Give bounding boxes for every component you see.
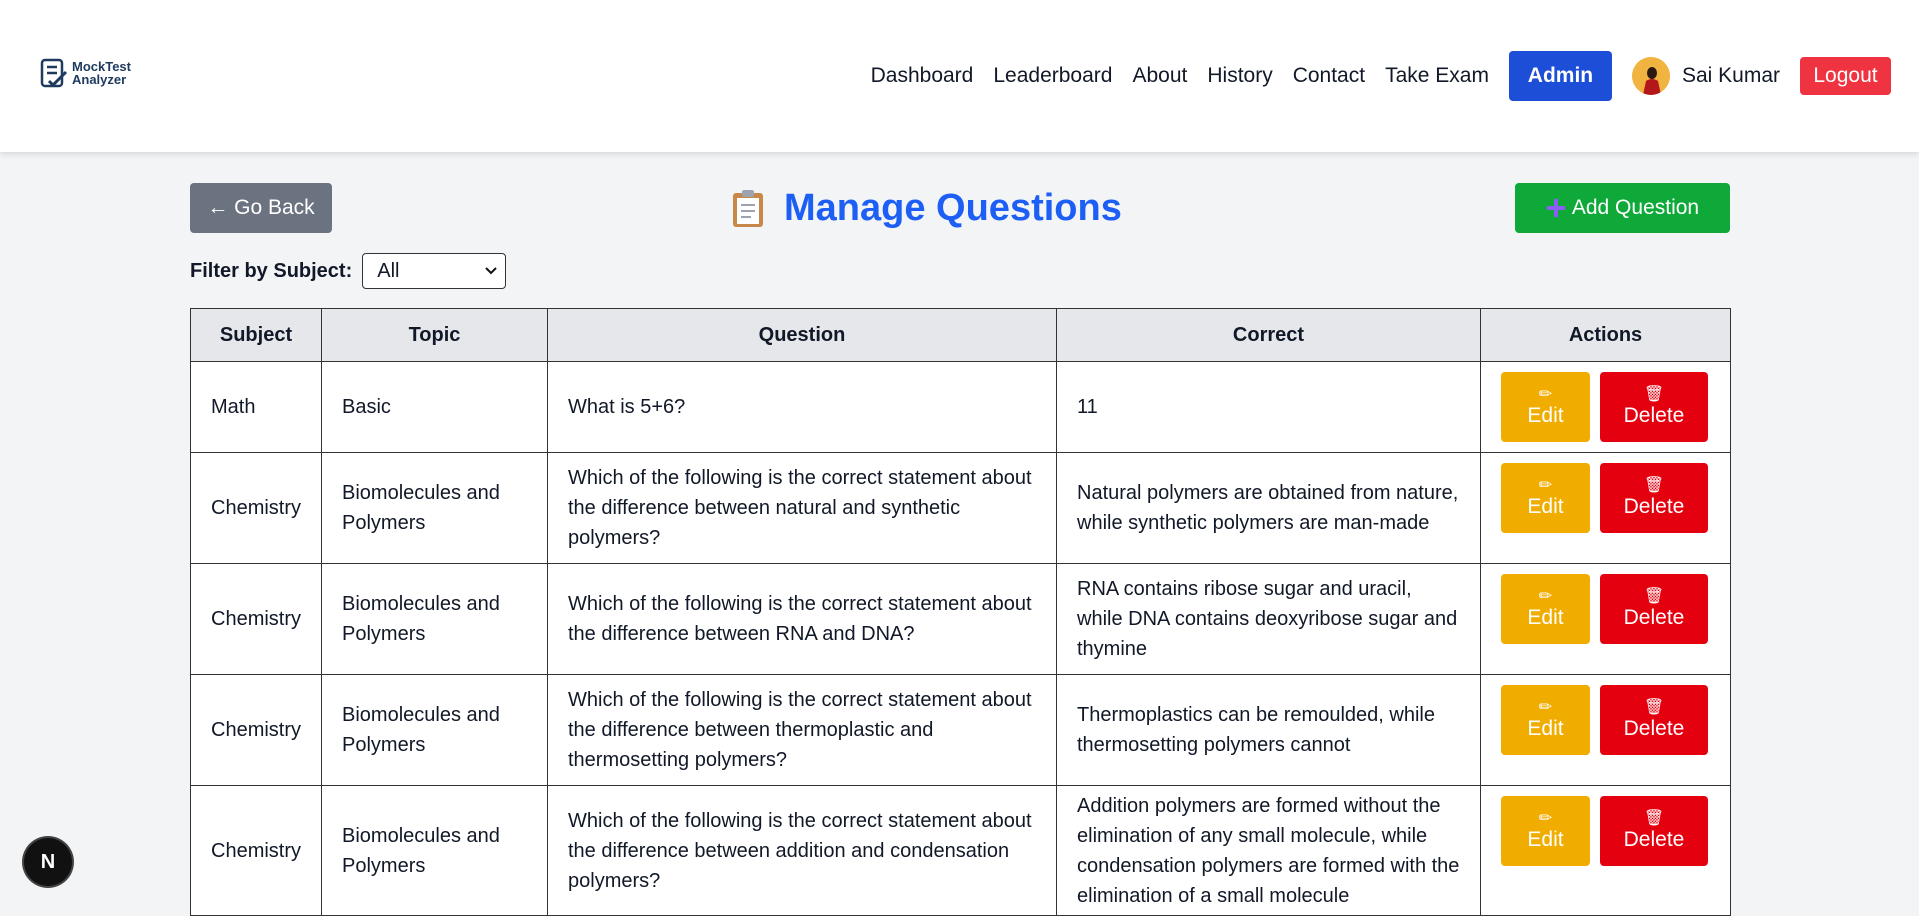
- edit-label: Edit: [1527, 495, 1564, 518]
- nav-link-about[interactable]: About: [1132, 64, 1187, 88]
- nav-link-take-exam[interactable]: Take Exam: [1385, 64, 1489, 88]
- cell-topic: Biomolecules and Polymers: [321, 785, 548, 916]
- table-row: Chemistry Biomolecules and Polymers Which …: [190, 674, 1731, 786]
- cell-question: Which of the following is the correct st…: [547, 452, 1057, 564]
- pencil-icon: ✏: [1538, 386, 1553, 403]
- edit-button[interactable]: ✏ Edit: [1501, 574, 1590, 644]
- page-title: Manage Questions: [730, 183, 1122, 233]
- cell-topic: Biomolecules and Polymers: [321, 674, 548, 786]
- cell-correct: Thermoplastics can be remoulded, while t…: [1056, 674, 1481, 786]
- pencil-icon: ✏: [1538, 588, 1553, 605]
- edit-button[interactable]: ✏ Edit: [1501, 796, 1590, 866]
- cell-subject: Chemistry: [190, 452, 322, 564]
- clipboard-icon: [733, 190, 763, 227]
- checklist-icon: [40, 58, 68, 88]
- edit-label: Edit: [1527, 828, 1564, 851]
- dev-tools-badge[interactable]: N: [24, 838, 72, 886]
- delete-button[interactable]: 🗑 Delete: [1600, 463, 1708, 533]
- trash-icon: 🗑: [1643, 810, 1665, 827]
- delete-label: Delete: [1623, 495, 1685, 518]
- cell-topic: Biomolecules and Polymers: [321, 563, 548, 675]
- navbar: MockTest Analyzer Dashboard Leaderboard …: [0, 0, 1919, 152]
- brand-line2: Analyzer: [72, 72, 127, 87]
- delete-button[interactable]: 🗑 Delete: [1600, 372, 1708, 442]
- cell-question: Which of the following is the correct st…: [547, 785, 1057, 916]
- plus-icon: [1546, 199, 1565, 217]
- table-row: Chemistry Biomolecules and Polymers Which …: [190, 563, 1731, 675]
- avatar[interactable]: [1631, 57, 1670, 95]
- table-row: Math Basic What is 5+6? 11 ✏ Edit 🗑 Delete: [190, 361, 1731, 453]
- delete-button[interactable]: 🗑 Delete: [1600, 574, 1708, 644]
- trash-icon: 🗑: [1643, 386, 1665, 403]
- cell-correct: 11: [1056, 361, 1481, 453]
- user-name[interactable]: Sai Kumar: [1682, 64, 1780, 88]
- delete-label: Delete: [1623, 717, 1685, 740]
- trash-icon: 🗑: [1643, 477, 1665, 494]
- cell-subject: Chemistry: [190, 785, 322, 916]
- cell-correct: RNA contains ribose sugar and uracil, wh…: [1056, 563, 1481, 675]
- cell-actions: ✏ Edit 🗑 Delete: [1480, 361, 1731, 453]
- edit-button[interactable]: ✏ Edit: [1501, 463, 1590, 533]
- edit-button[interactable]: ✏ Edit: [1501, 372, 1590, 442]
- cell-actions: ✏ Edit 🗑 Delete: [1480, 785, 1731, 916]
- cell-actions: ✏ Edit 🗑 Delete: [1480, 452, 1731, 564]
- cell-question: Which of the following is the correct st…: [547, 563, 1057, 675]
- delete-button[interactable]: 🗑 Delete: [1600, 796, 1708, 866]
- cell-correct: Natural polymers are obtained from natur…: [1056, 452, 1481, 564]
- edit-button[interactable]: ✏ Edit: [1501, 685, 1590, 755]
- cell-topic: Basic: [321, 361, 548, 453]
- go-back-button[interactable]: ← Go Back: [190, 183, 332, 233]
- delete-label: Delete: [1623, 404, 1685, 427]
- nav-link-leaderboard[interactable]: Leaderboard: [993, 64, 1112, 88]
- subject-filter: Filter by Subject: All: [190, 253, 507, 289]
- add-question-label: Add Question: [1571, 196, 1700, 219]
- add-question-button[interactable]: Add Question: [1515, 183, 1730, 233]
- cell-topic: Biomolecules and Polymers: [321, 452, 548, 564]
- page-title-text: Manage Questions: [784, 186, 1122, 229]
- delete-button[interactable]: 🗑 Delete: [1600, 685, 1708, 755]
- edit-label: Edit: [1527, 606, 1564, 629]
- header-topic: Topic: [321, 308, 548, 362]
- pencil-icon: ✏: [1538, 810, 1553, 827]
- cell-correct: Addition polymers are formed without the…: [1056, 785, 1481, 916]
- table-row: Chemistry Biomolecules and Polymers Which …: [190, 452, 1731, 564]
- trash-icon: 🗑: [1643, 699, 1665, 716]
- nav-link-dashboard[interactable]: Dashboard: [871, 64, 974, 88]
- cell-question: Which of the following is the correct st…: [547, 674, 1057, 786]
- nav-menu: Dashboard Leaderboard About History Cont…: [871, 51, 1891, 101]
- delete-label: Delete: [1623, 828, 1685, 851]
- brand-logo[interactable]: MockTest Analyzer: [40, 56, 131, 90]
- cell-question: What is 5+6?: [547, 361, 1057, 453]
- table-row: Chemistry Biomolecules and Polymers Which …: [190, 785, 1731, 916]
- user-photo-icon: [1631, 57, 1670, 95]
- cell-actions: ✏ Edit 🗑 Delete: [1480, 563, 1731, 675]
- cell-actions: ✏ Edit 🗑 Delete: [1480, 674, 1731, 786]
- logout-button[interactable]: Logout: [1800, 57, 1891, 95]
- chevron-down-icon: [485, 267, 497, 275]
- cell-subject: Chemistry: [190, 563, 322, 675]
- questions-table: Subject Topic Question Correct Actions M…: [190, 308, 1731, 916]
- delete-label: Delete: [1623, 606, 1685, 629]
- header-actions: Actions: [1480, 308, 1731, 362]
- nav-link-history[interactable]: History: [1207, 64, 1272, 88]
- table-header-row: Subject Topic Question Correct Actions: [190, 308, 1731, 362]
- edit-label: Edit: [1527, 717, 1564, 740]
- edit-label: Edit: [1527, 404, 1564, 427]
- header-correct: Correct: [1056, 308, 1481, 362]
- cell-subject: Chemistry: [190, 674, 322, 786]
- subject-filter-select[interactable]: All: [362, 253, 507, 289]
- filter-label: Filter by Subject:: [190, 259, 353, 282]
- trash-icon: 🗑: [1643, 588, 1665, 605]
- nav-link-contact[interactable]: Contact: [1293, 64, 1365, 88]
- pencil-icon: ✏: [1538, 477, 1553, 494]
- filter-selected-value: All: [377, 259, 400, 282]
- admin-button[interactable]: Admin: [1508, 51, 1612, 101]
- pencil-icon: ✏: [1538, 699, 1553, 716]
- cell-subject: Math: [190, 361, 322, 453]
- header-question: Question: [547, 308, 1057, 362]
- header-subject: Subject: [190, 308, 322, 362]
